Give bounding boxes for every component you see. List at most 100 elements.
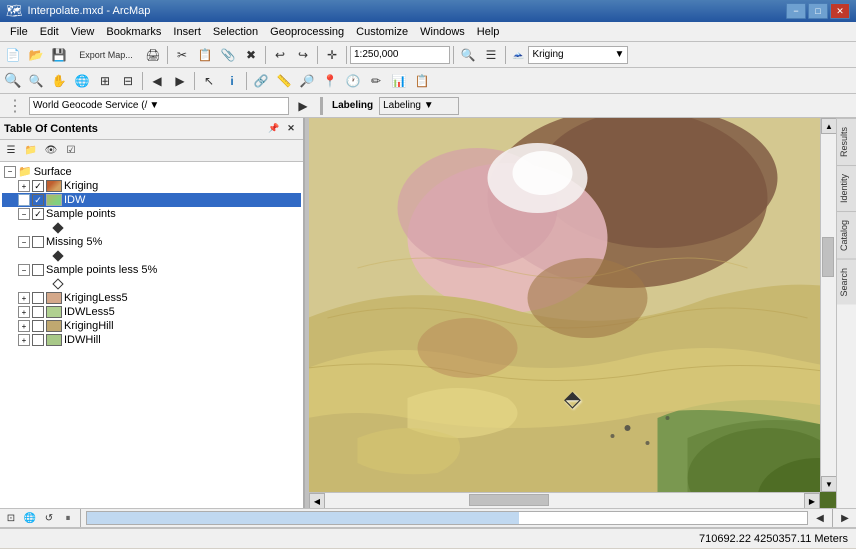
sample-less5-expand[interactable]: −: [18, 264, 30, 276]
sample-less5-row[interactable]: − Sample points less 5%: [2, 263, 301, 277]
measure-button[interactable]: 📏: [273, 70, 295, 92]
vscroll-up[interactable]: ▲: [821, 118, 836, 134]
kriging-hill-checkbox[interactable]: [32, 320, 44, 332]
vscroll-track[interactable]: [821, 134, 836, 476]
menu-windows[interactable]: Windows: [414, 24, 471, 40]
graphics-button[interactable]: ✏: [365, 70, 387, 92]
table-button[interactable]: 📋: [411, 70, 433, 92]
kriging-less5-checkbox[interactable]: [32, 292, 44, 304]
menu-edit[interactable]: Edit: [34, 24, 65, 40]
sample-points-expand[interactable]: −: [18, 208, 30, 220]
time-button[interactable]: 🕐: [342, 70, 364, 92]
back-button[interactable]: ◀: [146, 70, 168, 92]
toc-selection-view[interactable]: ☑: [62, 142, 80, 160]
sample-points-row[interactable]: − Sample points: [2, 207, 301, 221]
geocode-go-button[interactable]: ▶: [292, 95, 314, 117]
full-extent-button[interactable]: ⊟: [117, 70, 139, 92]
scale-input[interactable]: 1:250,000: [350, 46, 450, 64]
maximize-button[interactable]: □: [808, 3, 828, 19]
extent-button[interactable]: ⊞: [94, 70, 116, 92]
idw-less5-expand[interactable]: +: [18, 306, 30, 318]
menu-geoprocessing[interactable]: Geoprocessing: [264, 24, 350, 40]
identity-tab[interactable]: Identity: [837, 165, 856, 211]
toc-source-view[interactable]: 📁: [22, 142, 40, 160]
sample-less5-checkbox[interactable]: [32, 264, 44, 276]
menu-view[interactable]: View: [65, 24, 101, 40]
export-map-button[interactable]: Export Map...: [71, 44, 141, 66]
toc-close-button[interactable]: ✕: [283, 121, 299, 137]
labeling-dropdown[interactable]: Labeling ▼: [379, 97, 459, 115]
paste-button[interactable]: 📎: [217, 44, 239, 66]
globe-button[interactable]: 🌐: [71, 70, 93, 92]
hscroll-track[interactable]: [325, 493, 804, 508]
pan-button[interactable]: ✛: [321, 44, 343, 66]
idw-hill-expand[interactable]: +: [18, 334, 30, 346]
kriging-less5-expand[interactable]: +: [18, 292, 30, 304]
copy-button[interactable]: 📋: [194, 44, 216, 66]
find-button[interactable]: 🔎: [296, 70, 318, 92]
geocode-bar[interactable]: World Geocode Service (/ ▼: [29, 97, 289, 115]
map-area[interactable]: ⬘ ▲ ▼ ◀ ▶: [309, 118, 836, 508]
cut-button[interactable]: ✂: [171, 44, 193, 66]
results-tab[interactable]: Results: [837, 118, 856, 165]
delete-button[interactable]: ✖: [240, 44, 262, 66]
menu-help[interactable]: Help: [471, 24, 506, 40]
print-button[interactable]: 🖨: [142, 44, 164, 66]
menu-customize[interactable]: Customize: [350, 24, 414, 40]
hscroll-thumb[interactable]: [469, 494, 549, 506]
menu-insert[interactable]: Insert: [167, 24, 207, 40]
vscroll-thumb[interactable]: [822, 237, 834, 277]
toc-surface-row[interactable]: − 📁 Surface: [2, 164, 301, 179]
zoom-in-button[interactable]: 🔍: [2, 70, 24, 92]
idw-hill-row[interactable]: + IDWHill: [2, 333, 301, 347]
new-button[interactable]: 📄: [2, 44, 24, 66]
hscroll-right[interactable]: ▶: [804, 493, 820, 508]
hyperlink-button[interactable]: 🔗: [250, 70, 272, 92]
layers-button[interactable]: ☰: [480, 44, 502, 66]
toc-list-view[interactable]: ☰: [2, 142, 20, 160]
kriging-less5-row[interactable]: + KrigingLess5: [2, 291, 301, 305]
hscroll-left[interactable]: ◀: [309, 493, 325, 508]
info-button[interactable]: i: [221, 70, 243, 92]
idw-less5-row[interactable]: + IDWLess5: [2, 305, 301, 319]
menu-bookmarks[interactable]: Bookmarks: [100, 24, 167, 40]
layer-dropdown[interactable]: Kriging ▼: [528, 46, 628, 64]
graph-button[interactable]: 📊: [388, 70, 410, 92]
sample-points-checkbox[interactable]: [32, 208, 44, 220]
mag-button[interactable]: 🔍: [457, 44, 479, 66]
kriging-expand[interactable]: +: [18, 180, 30, 192]
close-button[interactable]: ✕: [830, 3, 850, 19]
minimize-button[interactable]: −: [786, 3, 806, 19]
globe2-button[interactable]: 🌐: [21, 510, 39, 526]
toc-visibility-view[interactable]: 👁: [42, 142, 60, 160]
missing5-checkbox[interactable]: [32, 236, 44, 248]
pan-tool-button[interactable]: ✋: [48, 70, 70, 92]
missing5-expand[interactable]: −: [18, 236, 30, 248]
kriging-hill-expand[interactable]: +: [18, 320, 30, 332]
idw-row[interactable]: + IDW: [2, 193, 301, 207]
overview-button[interactable]: ⊡: [2, 510, 20, 526]
toc-pin-button[interactable]: 📌: [266, 121, 282, 137]
refresh-button[interactable]: ↺: [40, 510, 58, 526]
scroll-right-bottom[interactable]: ▶: [836, 510, 854, 526]
select-button[interactable]: ↖: [198, 70, 220, 92]
kriging-hill-row[interactable]: + KrigingHill: [2, 319, 301, 333]
open-button[interactable]: 📂: [25, 44, 47, 66]
scroll-left-bottom[interactable]: ◀: [811, 510, 829, 526]
undo-button[interactable]: ↩: [269, 44, 291, 66]
kriging-row[interactable]: + Kriging: [2, 179, 301, 193]
forward-button[interactable]: ▶: [169, 70, 191, 92]
menu-selection[interactable]: Selection: [207, 24, 264, 40]
surface-expand[interactable]: −: [4, 166, 16, 178]
kriging-checkbox[interactable]: [32, 180, 44, 192]
search-tab[interactable]: Search: [837, 259, 856, 305]
idw-expand[interactable]: +: [18, 194, 30, 206]
missing5-row[interactable]: − Missing 5%: [2, 235, 301, 249]
menu-file[interactable]: File: [4, 24, 34, 40]
goto-button[interactable]: 📍: [319, 70, 341, 92]
save-button[interactable]: 💾: [48, 44, 70, 66]
vscroll-down[interactable]: ▼: [821, 476, 836, 492]
redo-button[interactable]: ↪: [292, 44, 314, 66]
idw-less5-checkbox[interactable]: [32, 306, 44, 318]
catalog-tab[interactable]: Catalog: [837, 211, 856, 259]
